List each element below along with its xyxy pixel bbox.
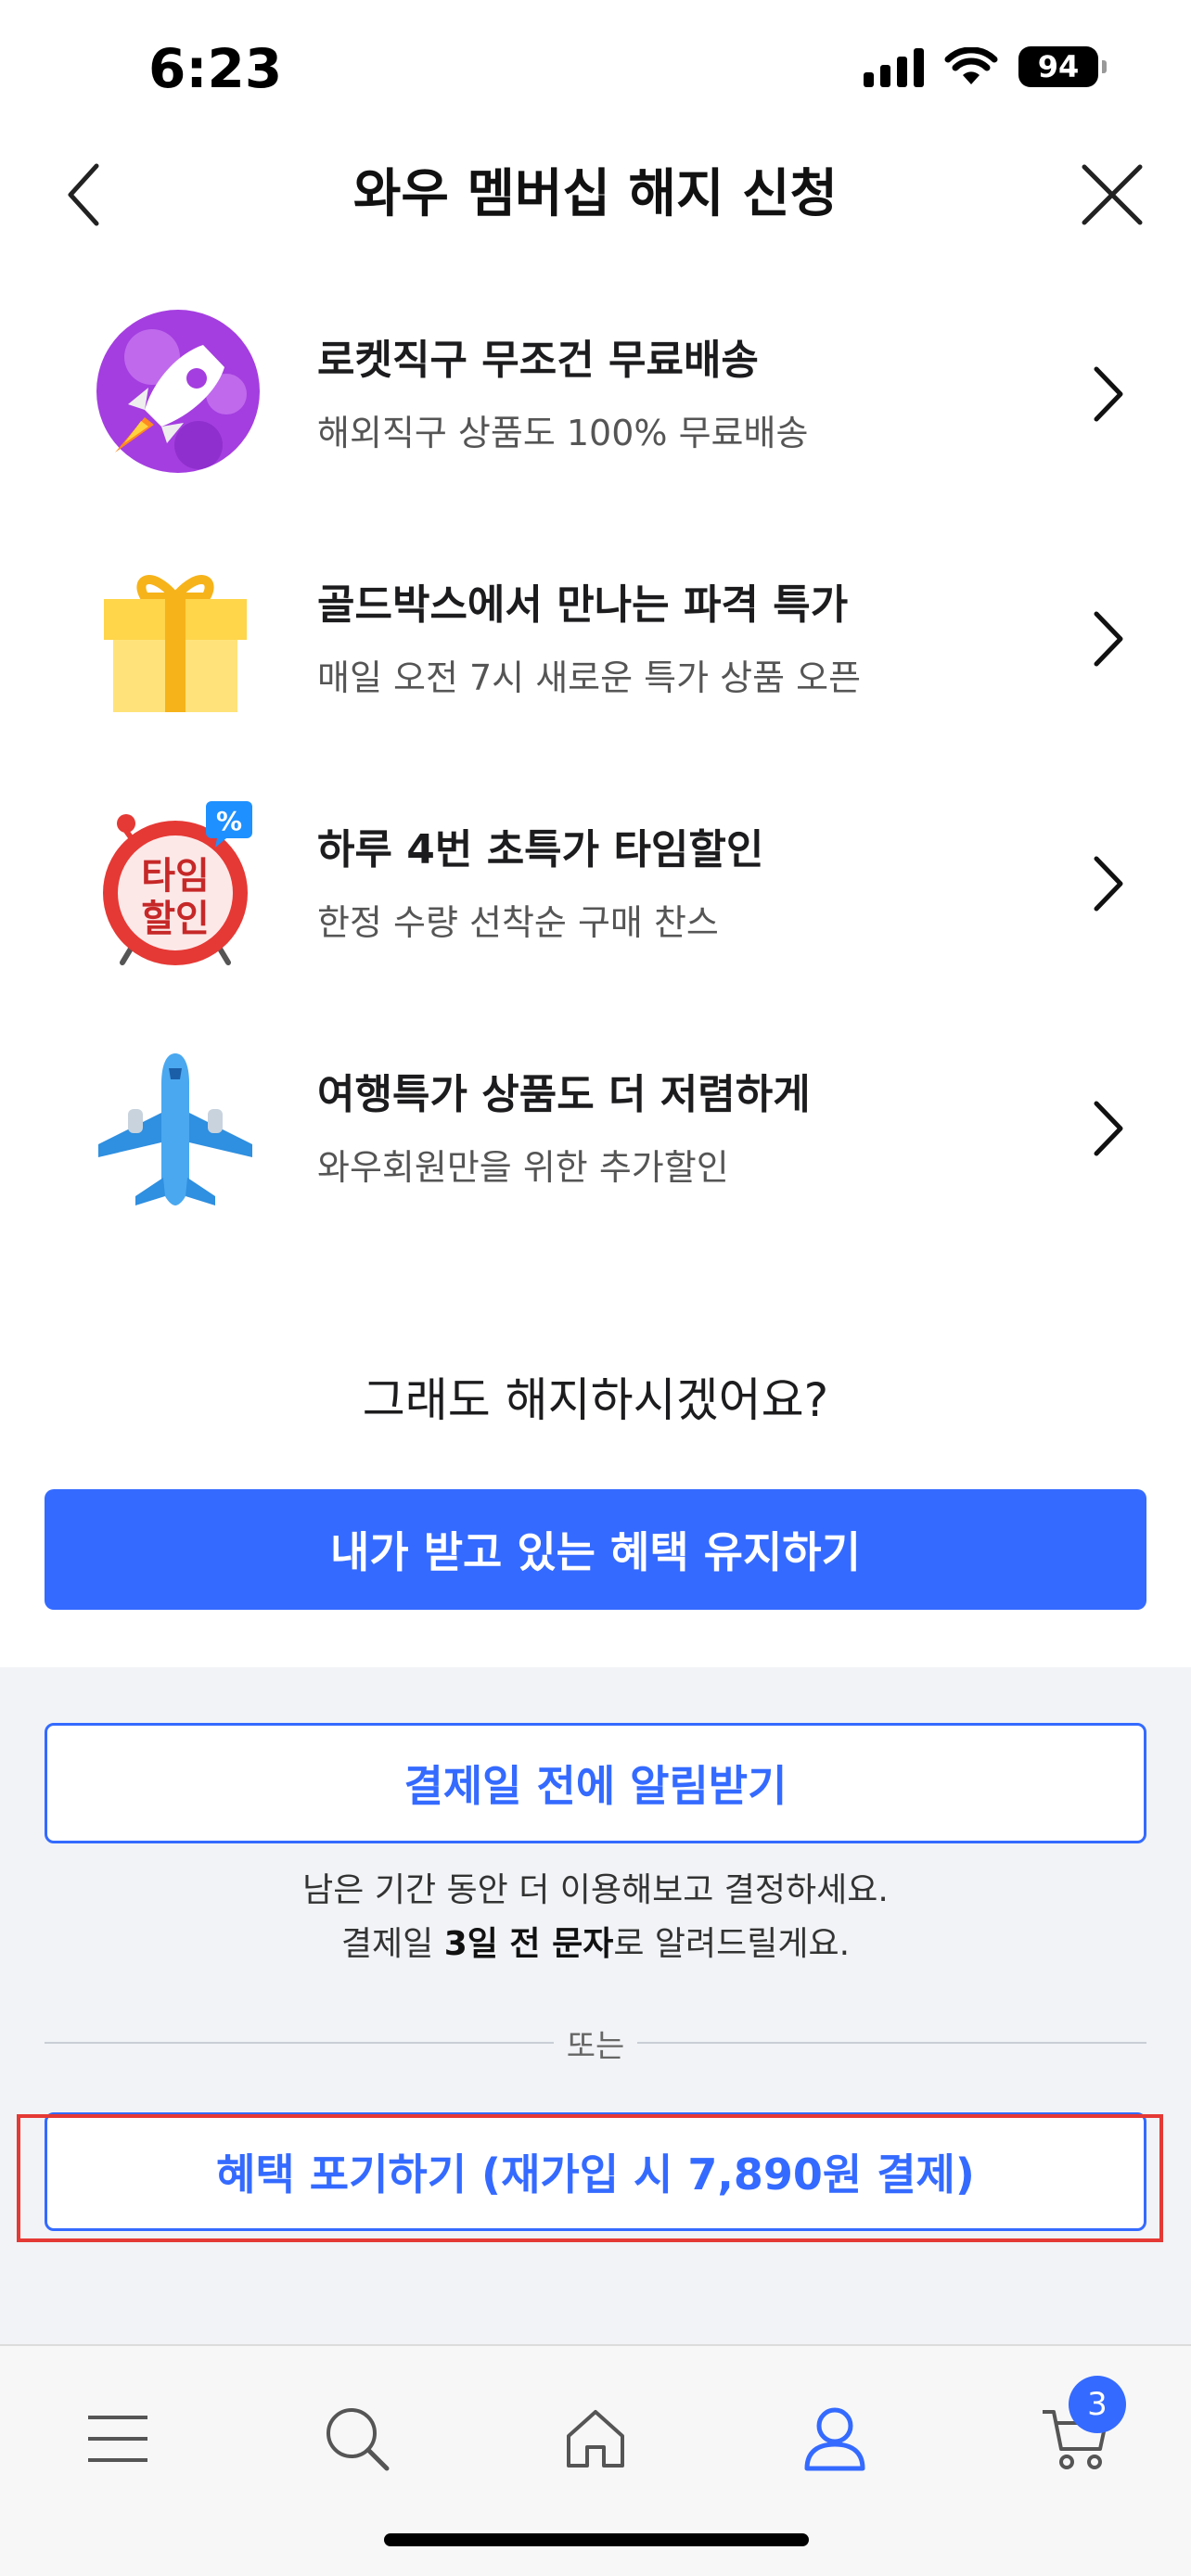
chevron-right-icon — [1094, 1101, 1123, 1156]
benefit-item-goldbox[interactable]: 골드박스에서 만나는 파격 특가 매일 오전 7시 새로운 특가 상품 오픈 — [0, 514, 1191, 759]
divider-line — [45, 2042, 554, 2044]
battery-indicator: 94 — [1018, 46, 1107, 87]
benefit-title: 로켓직구 무조건 무료배송 — [317, 337, 759, 384]
home-icon — [567, 2410, 624, 2468]
close-icon — [1082, 164, 1143, 225]
benefit-description: 한정 수량 선착순 구매 찬스 — [317, 902, 719, 943]
alarm-icon-text-bottom: 할인 — [141, 898, 210, 940]
home-indicator — [384, 2533, 809, 2546]
keep-benefits-button[interactable]: 내가 받고 있는 혜택 유지하기 — [45, 1489, 1146, 1610]
notify-desc-suffix: 로 알려드릴게요. — [613, 1925, 851, 1963]
benefit-description: 해외직구 상품도 100% 무료배송 — [317, 413, 809, 453]
or-divider: 또는 — [45, 2015, 1146, 2071]
header: 와우 멤버십 해지 신청 — [0, 139, 1191, 250]
alternative-options-section: 결제일 전에 알림받기 남은 기간 동안 더 이용해보고 결정하세요. 결제일 … — [0, 1667, 1191, 2344]
highlight-box — [17, 2114, 1163, 2242]
or-text: 또는 — [566, 2027, 625, 2065]
benefit-title: 여행특가 상품도 더 저렴하게 — [317, 1071, 811, 1118]
notify-before-payment-button[interactable]: 결제일 전에 알림받기 — [45, 1723, 1146, 1843]
benefit-title: 하루 4번 초특가 타임할인 — [317, 826, 764, 874]
cart-count-badge: 3 — [1069, 2376, 1126, 2433]
airplane-icon — [87, 1040, 263, 1217]
gift-box-icon — [87, 551, 263, 727]
notify-desc-prefix: 결제일 — [340, 1925, 444, 1963]
benefit-description: 와우회원만을 위한 추가할인 — [317, 1147, 729, 1188]
percent-badge: % — [216, 806, 242, 836]
tab-menu[interactable] — [67, 2383, 169, 2494]
benefit-item-travel[interactable]: 여행특가 상품도 더 저렴하게 와우회원만을 위한 추가할인 — [0, 1003, 1191, 1248]
wifi-icon — [944, 47, 998, 84]
tab-cart[interactable]: 3 — [1024, 2376, 1126, 2494]
status-time: 6:23 — [148, 37, 283, 100]
user-icon — [804, 2407, 865, 2471]
chevron-right-icon — [1094, 856, 1123, 912]
notify-description: 남은 기간 동안 더 이용해보고 결정하세요. 결제일 3일 전 문자로 알려드… — [0, 1864, 1191, 1971]
benefit-description: 매일 오전 7시 새로운 특가 상품 오픈 — [317, 657, 862, 698]
status-icons: 94 — [864, 46, 1107, 87]
confirm-question: 그래도 해지하시겠어요? — [362, 1373, 829, 1427]
benefit-item-rocket-direct[interactable]: 로켓직구 무조건 무료배송 해외직구 상품도 100% 무료배송 — [0, 269, 1191, 514]
tab-my-page[interactable] — [784, 2383, 886, 2494]
benefit-item-time-sale[interactable]: 타임 할인 % 하루 4번 초특가 타임할인 한정 수량 선착순 구매 찬스 — [0, 759, 1191, 1003]
benefit-title: 골드박스에서 만나는 파격 특가 — [317, 581, 849, 629]
page-title: 와우 멤버십 해지 신청 — [352, 164, 839, 224]
chevron-right-icon — [1094, 611, 1123, 667]
cellular-signal-icon — [864, 46, 924, 87]
alarm-icon-text-top: 타임 — [141, 855, 210, 898]
status-bar: 6:23 94 — [0, 0, 1191, 139]
menu-icon — [88, 2416, 147, 2462]
notify-description-line1: 남은 기간 동안 더 이용해보고 결정하세요. — [302, 1871, 889, 1909]
rocket-icon — [87, 306, 263, 482]
benefit-list: 로켓직구 무조건 무료배송 해외직구 상품도 100% 무료배송 골드박스에서 … — [0, 269, 1191, 1248]
tab-search[interactable] — [306, 2383, 408, 2494]
chevron-right-icon — [1094, 366, 1123, 422]
divider-line — [637, 2042, 1146, 2044]
alarm-clock-icon: 타임 할인 % — [87, 796, 263, 972]
search-icon — [327, 2408, 390, 2471]
notify-description-line2: 결제일 3일 전 문자로 알려드릴게요. — [0, 1918, 1191, 1971]
notify-desc-bold: 3일 전 문자 — [443, 1925, 614, 1963]
tab-home[interactable] — [544, 2383, 647, 2494]
close-button[interactable] — [1070, 158, 1154, 232]
